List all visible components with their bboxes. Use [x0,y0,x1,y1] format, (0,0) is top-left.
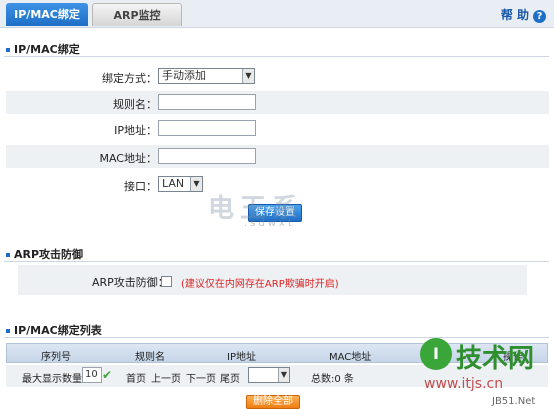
first-page-link[interactable]: 首页 [126,370,146,385]
watermark-brand-left-url: .sdwxt [244,218,295,229]
section-title-text: ARP攻击防御 [14,248,84,261]
row-rule-name: 规则名： [6,91,549,114]
bullet-icon [6,48,10,52]
page-select[interactable]: ▼ [248,367,290,383]
row-ip: IP地址： [6,117,549,140]
bind-mode-value: 手动添加 [162,69,206,82]
watermark-brand-right-tag: JB51.Net [492,396,536,407]
watermark-brand-right: I 技术网 www.itjs.cn JB51.Net [420,332,550,407]
rule-name-input[interactable] [158,94,256,110]
chevron-down-icon: ▼ [278,368,289,382]
section-title-arp: ARP攻击防御 [6,246,83,262]
bullet-icon [6,253,10,257]
chevron-down-icon: ▼ [242,69,254,83]
mac-input[interactable] [158,148,256,164]
section-title-list: IP/MAC绑定列表 [6,322,102,338]
section-title-bind: IP/MAC绑定 [6,41,80,57]
arp-defense-checkbox[interactable] [161,276,172,287]
bullet-icon [6,329,10,333]
total-count: 总数:0 条 [311,374,354,385]
interface-value: LAN [162,177,185,190]
help-link[interactable]: 帮 助? [501,6,546,23]
arp-defense-note: (建议仅在内网存在ARP欺骗时开启) [181,279,339,290]
bind-mode-label: 绑定方式： [102,72,157,85]
help-icon: ? [533,10,546,23]
chevron-down-icon: ▼ [190,177,202,191]
help-label: 帮 助 [500,8,529,22]
interface-label: 接口： [124,180,157,193]
max-display-input[interactable]: 10 [82,367,102,383]
last-page-link[interactable]: 尾页 [220,370,240,385]
mac-label: MAC地址： [99,152,157,165]
divider [4,56,549,57]
rule-name-label: 规则名： [113,98,157,111]
column-header: 规则名 [135,352,165,363]
column-header: MAC地址 [329,352,372,363]
prev-page-link[interactable]: 上一页 [151,370,181,385]
arp-defense-label: ARP攻击防御： [92,276,169,289]
interface-select[interactable]: LAN ▼ [158,176,203,192]
ip-label: IP地址： [114,124,157,137]
section-title-text: IP/MAC绑定列表 [14,324,102,337]
column-header: 序列号 [41,352,71,363]
check-icon[interactable]: ✔ [102,368,112,382]
ip-input[interactable] [158,120,256,136]
row-arp-defense: ARP攻击防御： (建议仅在内网存在ARP欺骗时开启) [18,265,527,295]
next-page-link[interactable]: 下一页 [186,370,216,385]
column-header: IP地址 [227,352,256,363]
row-bind-mode: 绑定方式： 手动添加 ▼ [6,65,549,88]
section-title-text: IP/MAC绑定 [14,43,80,56]
tab-arp-monitor[interactable]: ARP监控 [92,3,182,26]
watermark-badge-icon: I [420,338,452,370]
row-mac: MAC地址： [6,145,549,168]
bind-mode-select[interactable]: 手动添加 ▼ [158,68,255,84]
tab-bar: IP/MAC绑定 ARP监控 帮 助? [0,0,554,28]
watermark-brand-right-url: www.itjs.cn [424,376,504,392]
divider [4,261,549,262]
tab-ip-mac-bind[interactable]: IP/MAC绑定 [6,3,88,26]
watermark-brand-right-text: 技术网 [456,344,535,374]
